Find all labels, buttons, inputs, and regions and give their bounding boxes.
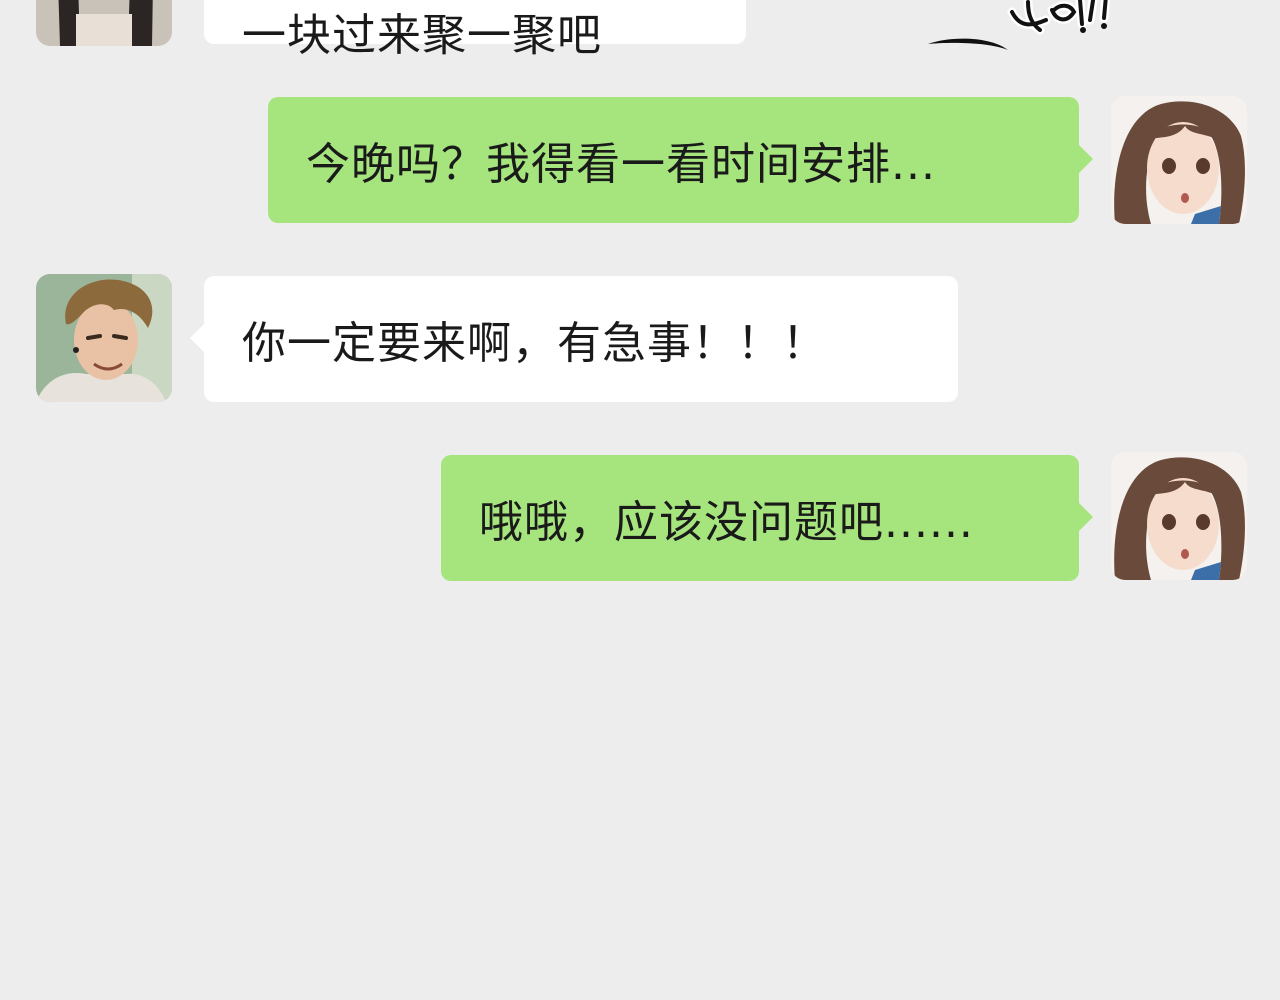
message-bubble[interactable]: 一块过来聚一聚吧	[204, 0, 746, 61]
message-bubble[interactable]: 今晚吗？我得看一看时间安排...	[268, 97, 1093, 223]
avatar-female-dark-hair[interactable]	[36, 0, 172, 46]
message-text: 你一定要来啊，有急事！！！	[242, 318, 827, 369]
message-text: 一块过来聚一聚吧	[242, 10, 602, 61]
message-bubble[interactable]: 哦哦，应该没问题吧......	[441, 455, 1093, 581]
message-bubble[interactable]: 你一定要来啊，有急事！！！	[190, 276, 958, 402]
message-text: 今晚吗？我得看一看时间安排...	[306, 139, 936, 190]
message-text: 哦哦，应该没问题吧......	[479, 497, 974, 548]
avatar-female-brown-hair[interactable]	[1111, 452, 1247, 580]
sound-effect-lettering	[928, 0, 1111, 50]
avatar-female-brown-hair[interactable]	[1111, 96, 1247, 224]
chat-area[interactable]: 一块过来聚一聚吧 今晚吗？我得看一看时间安排... 你一定要来啊，有急事！！！ …	[0, 0, 1280, 1000]
avatar-male-friend[interactable]	[36, 274, 172, 402]
